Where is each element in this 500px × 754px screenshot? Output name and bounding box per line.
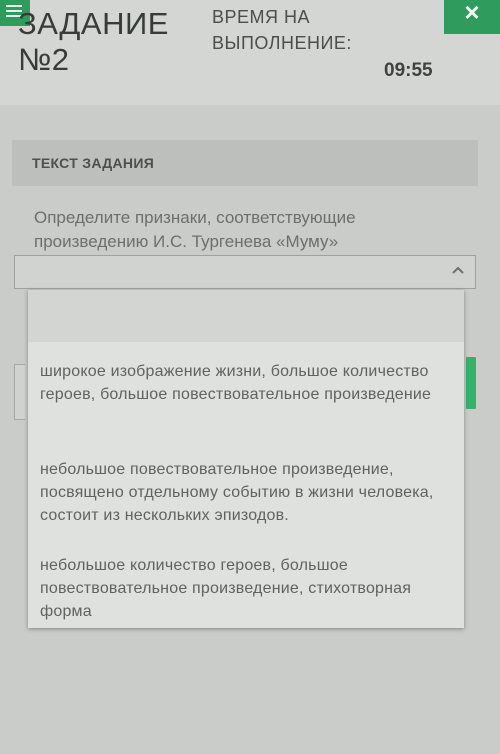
time-label: ВРЕМЯ НА ВЫПОЛНЕНИЕ: <box>212 4 352 56</box>
chevron-up-icon <box>451 262 465 280</box>
answer-select[interactable] <box>14 255 476 289</box>
task-header: ЗАДАНИЕ №2 ВРЕМЯ НА ВЫПОЛНЕНИЕ: 09:55 × <box>0 0 500 105</box>
task-text-panel: ТЕКСТ ЗАДАНИЯ <box>12 140 478 186</box>
time-label-line1: ВРЕМЯ НА <box>212 7 311 27</box>
dropdown-option[interactable]: широкое изображение жизни, большое колич… <box>40 360 454 406</box>
dropdown-option-empty[interactable] <box>28 290 464 342</box>
task-number: №2 <box>18 42 70 77</box>
close-button[interactable]: × <box>444 0 500 34</box>
dropdown-list: широкое изображение жизни, большое колич… <box>28 290 464 628</box>
task-title: ЗАДАНИЕ №2 <box>18 6 169 78</box>
timer-value: 09:55 <box>384 60 433 81</box>
time-label-line2: ВЫПОЛНЕНИЕ: <box>212 33 352 53</box>
question-text: Определите признаки, соответствующие про… <box>34 208 356 251</box>
dropdown-option[interactable]: небольшое количество героев, большое пов… <box>40 554 454 623</box>
close-icon: × <box>464 0 480 27</box>
answer-button-edge[interactable] <box>466 357 476 409</box>
dropdown-option[interactable]: небольшое повествовательное произведение… <box>40 458 454 527</box>
answer-field-edge <box>14 364 25 420</box>
task-title-word: ЗАДАНИЕ <box>18 6 169 41</box>
panel-heading: ТЕКСТ ЗАДАНИЯ <box>32 155 155 171</box>
